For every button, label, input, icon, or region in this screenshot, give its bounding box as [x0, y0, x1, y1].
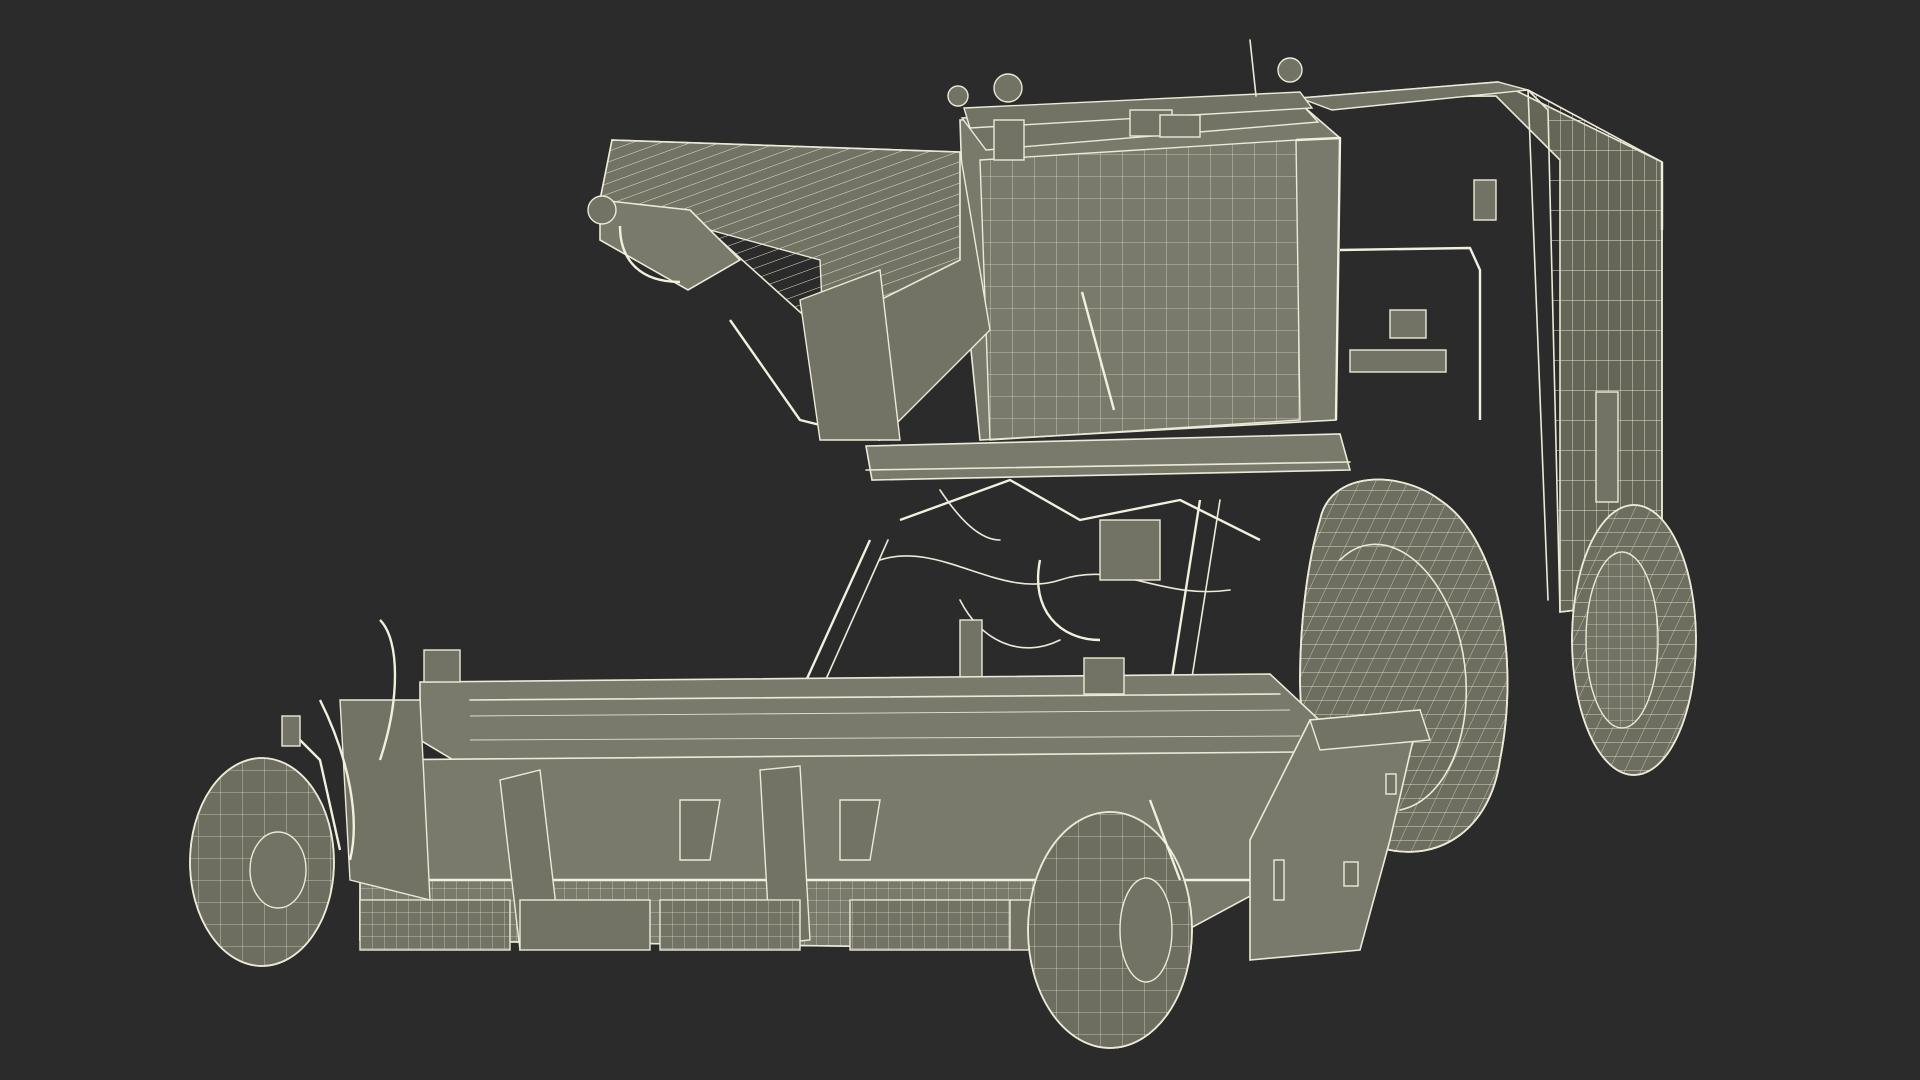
- rear-right-wheel: [1571, 504, 1697, 776]
- wireframe-harvester-model: [189, 39, 1697, 1049]
- render-viewport: [0, 0, 1920, 1080]
- elevator-conveyor: [587, 139, 991, 442]
- cab-platform: [865, 433, 1352, 481]
- front-left-wheel: [189, 715, 342, 967]
